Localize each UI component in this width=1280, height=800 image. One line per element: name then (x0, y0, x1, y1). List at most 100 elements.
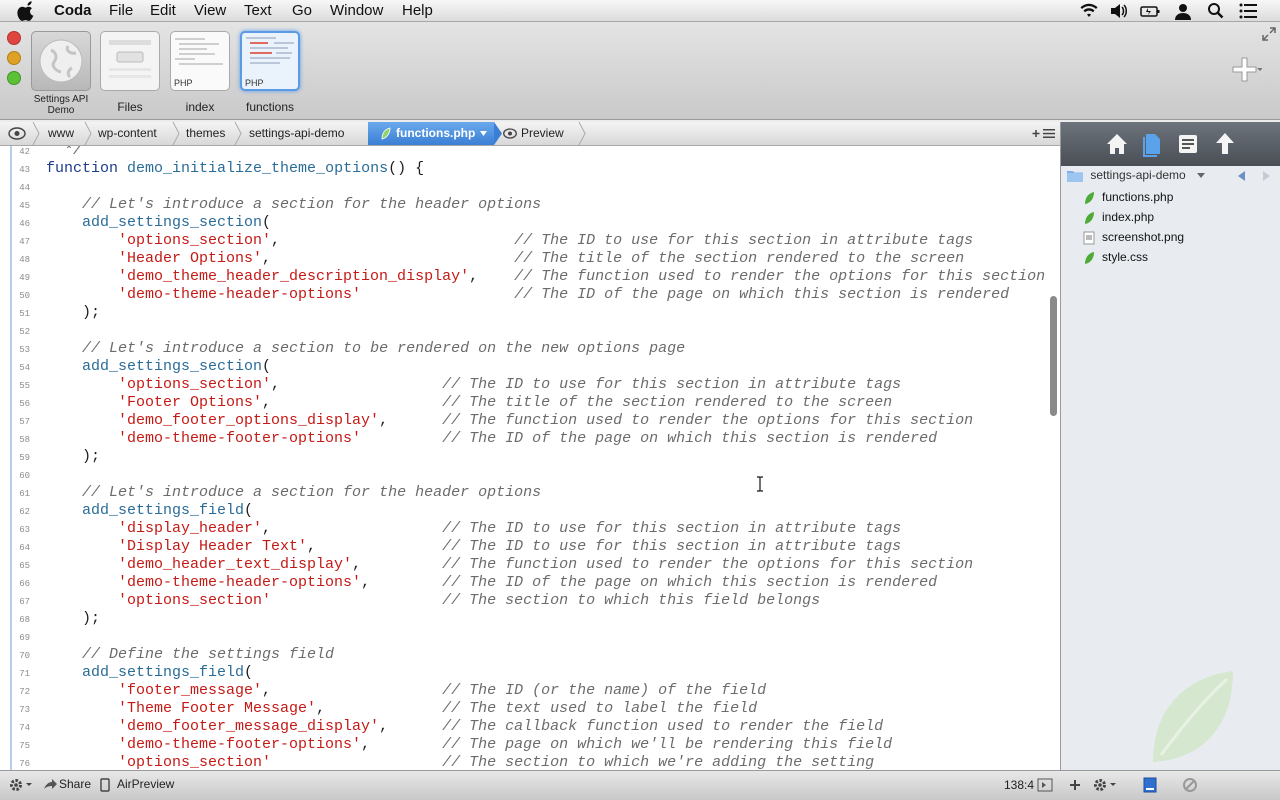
vertical-scrollbar[interactable] (1050, 296, 1057, 416)
code-line[interactable]: // Let's introduce a section for the hea… (46, 196, 541, 214)
code-navigator-icon[interactable] (1037, 778, 1053, 792)
menu-text[interactable]: Text (244, 2, 272, 20)
leaf-file-icon (1085, 191, 1094, 204)
preview-button[interactable]: Preview (521, 122, 564, 145)
minimize-window-button[interactable] (7, 51, 21, 65)
code-line[interactable]: 'demo-theme-footer-options', // The page… (46, 736, 892, 754)
code-line[interactable]: 'demo_header_text_display', // The funct… (46, 556, 973, 574)
files-tab-label[interactable]: Files (100, 100, 160, 114)
menu-go[interactable]: Go (292, 2, 312, 20)
menu-window[interactable]: Window (330, 2, 383, 20)
file-item-index-php[interactable]: index.php (1083, 208, 1154, 226)
code-line[interactable]: // Define the settings field (46, 646, 334, 664)
code-line[interactable]: ); (46, 304, 100, 322)
back-arrow-icon[interactable] (1237, 171, 1247, 181)
share-button[interactable]: Share (59, 777, 91, 791)
line-number: 53 (19, 345, 30, 355)
code-line[interactable]: // Let's introduce a section to be rende… (46, 340, 685, 358)
notification-center-icon[interactable] (1238, 2, 1258, 20)
line-number: 46 (19, 219, 30, 229)
line-number: 50 (19, 291, 30, 301)
spotlight-search-icon[interactable] (1206, 2, 1226, 20)
file-item-style-css[interactable]: style.css (1083, 248, 1148, 266)
index-tab-thumbnail[interactable]: PHP (170, 31, 230, 91)
breadcrumb-settings-api-demo[interactable]: settings-api-demo (249, 122, 344, 145)
menu-app-name[interactable]: Coda (54, 2, 92, 20)
line-number: 75 (19, 741, 30, 751)
code-line[interactable]: 'demo-theme-header-options', // The ID o… (46, 574, 937, 592)
fullscreen-icon[interactable] (1262, 27, 1276, 41)
code-line[interactable]: 'Header Options', // The title of the se… (46, 250, 964, 268)
breadcrumb-separator-icon (32, 122, 40, 145)
breadcrumb-www[interactable]: www (48, 122, 74, 145)
cursor-position[interactable]: 138:4 (1004, 778, 1034, 792)
code-editor[interactable]: 42 */ 43 function demo_initialize_theme_op… (0, 146, 1060, 770)
gear-menu-icon[interactable] (1092, 777, 1118, 793)
breadcrumb-active-file[interactable]: functions.php (368, 122, 494, 145)
functions-tab-label[interactable]: functions (240, 100, 300, 114)
file-item-functions-php[interactable]: functions.php (1083, 188, 1173, 206)
sidebar-toggle-icon[interactable] (1143, 777, 1157, 793)
index-tab-label[interactable]: index (170, 100, 230, 114)
code-line[interactable]: add_settings_field( (46, 664, 253, 682)
airpreview-button[interactable]: AirPreview (117, 777, 174, 791)
home-icon[interactable] (1103, 130, 1131, 158)
code-line[interactable]: 'footer_message', // The ID (or the name… (46, 682, 766, 700)
clips-icon[interactable] (1174, 130, 1202, 158)
menu-file[interactable]: File (109, 2, 133, 20)
volume-icon[interactable] (1109, 2, 1129, 20)
code-line[interactable]: 'Display Header Text', // The ID to use … (46, 538, 901, 556)
code-line[interactable]: // Let's introduce a section for the hea… (46, 484, 541, 502)
close-window-button[interactable] (7, 31, 21, 45)
publish-upload-icon[interactable] (1211, 130, 1239, 158)
code-line[interactable]: 'options_section' // The section to whic… (46, 754, 874, 770)
folder-selector[interactable]: settings-api-demo (1067, 168, 1206, 183)
code-line[interactable]: 'demo_footer_message_display', // The ca… (46, 718, 883, 736)
code-line[interactable]: ); (46, 610, 100, 628)
files-tab-thumbnail[interactable] (100, 31, 160, 91)
split-options-icon[interactable] (1032, 128, 1056, 139)
line-number: 52 (19, 327, 30, 337)
gear-menu-icon[interactable] (8, 777, 34, 793)
code-line[interactable]: */ (46, 146, 82, 160)
battery-icon[interactable] (1140, 2, 1160, 20)
code-line[interactable]: 'options_section', // The ID to use for … (46, 376, 901, 394)
code-line[interactable]: 'demo_theme_header_description_display',… (46, 268, 1045, 286)
files-icon[interactable] (1138, 130, 1166, 158)
code-line[interactable]: 'demo_footer_options_display', // The fu… (46, 412, 973, 430)
add-document-plus-icon[interactable] (1228, 54, 1262, 84)
file-sidebar: settings-api-demo functions.php index.ph… (1060, 122, 1280, 770)
code-line[interactable]: function demo_initialize_theme_options()… (46, 160, 424, 178)
code-line[interactable]: 'display_header', // The ID to use for t… (46, 520, 901, 538)
breadcrumb-themes[interactable]: themes (186, 122, 225, 145)
menu-view[interactable]: View (194, 2, 226, 20)
code-line[interactable]: 'Footer Options', // The title of the se… (46, 394, 892, 412)
code-line[interactable]: 'demo-theme-footer-options' // The ID of… (46, 430, 937, 448)
code-line[interactable]: 'demo-theme-header-options' // The ID of… (46, 286, 1009, 304)
add-plus-icon[interactable] (1068, 778, 1082, 792)
zoom-window-button[interactable] (7, 71, 21, 85)
code-line[interactable]: 'options_section' // The section to whic… (46, 592, 820, 610)
functions-tab-thumbnail[interactable]: PHP (240, 31, 300, 91)
code-line[interactable]: ); (46, 448, 100, 466)
code-line[interactable]: 'Theme Footer Message', // The text used… (46, 700, 757, 718)
line-number: 42 (19, 147, 30, 157)
menu-help[interactable]: Help (402, 2, 433, 20)
code-line[interactable]: add_settings_field( (46, 502, 253, 520)
breadcrumb-wp-content[interactable]: wp-content (98, 122, 157, 145)
forward-arrow-icon[interactable] (1261, 171, 1271, 181)
user-icon[interactable] (1173, 2, 1193, 20)
wifi-icon[interactable] (1079, 2, 1099, 20)
airpreview-device-icon (100, 778, 110, 792)
code-line[interactable]: 'options_section', // The ID to use for … (46, 232, 973, 250)
file-item-screenshot-png[interactable]: screenshot.png (1083, 228, 1184, 246)
menu-edit[interactable]: Edit (150, 2, 176, 20)
code-line[interactable]: add_settings_section( (46, 358, 271, 376)
code-preview-icon (175, 38, 223, 65)
breadcrumb-separator-icon (172, 122, 180, 145)
code-line[interactable]: add_settings_section( (46, 214, 271, 232)
site-thumbnail-settings-api-demo[interactable] (31, 31, 91, 91)
line-number: 43 (19, 165, 30, 175)
eye-toggle-icon[interactable] (8, 127, 26, 140)
apple-menu-icon[interactable] (17, 1, 37, 21)
